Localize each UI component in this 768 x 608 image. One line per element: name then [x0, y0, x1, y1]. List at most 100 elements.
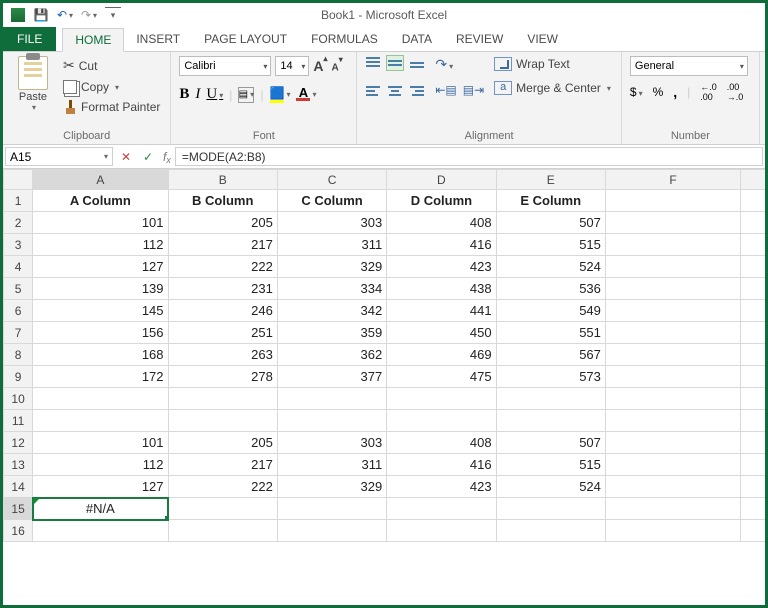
cell[interactable]: 515 [496, 234, 605, 256]
cell[interactable]: 168 [33, 344, 168, 366]
cell[interactable] [33, 410, 168, 432]
cell[interactable]: 251 [168, 322, 277, 344]
increase-font-icon[interactable]: A▴ [313, 58, 327, 74]
tab-home[interactable]: HOME [62, 28, 124, 52]
align-right-icon[interactable] [409, 84, 425, 98]
cell[interactable] [741, 498, 765, 520]
selected-cell[interactable]: #N/A! [33, 498, 168, 520]
cell[interactable]: 469 [387, 344, 496, 366]
cell[interactable] [605, 366, 740, 388]
percent-format-button[interactable]: % [653, 85, 664, 99]
cell[interactable]: 311 [277, 234, 386, 256]
row-header[interactable]: 2 [4, 212, 33, 234]
cell[interactable] [605, 520, 740, 542]
cell[interactable] [387, 388, 496, 410]
cell[interactable]: 231 [168, 278, 277, 300]
cell[interactable] [496, 520, 605, 542]
increase-decimal-icon[interactable]: ←.0.00 [700, 82, 717, 102]
tab-review[interactable]: REVIEW [444, 27, 515, 51]
col-header-E[interactable]: E [496, 170, 605, 190]
cell[interactable]: 507 [496, 432, 605, 454]
row-header[interactable]: 1 [4, 190, 33, 212]
cell[interactable] [277, 410, 386, 432]
cell[interactable]: 222 [168, 476, 277, 498]
cell[interactable] [605, 278, 740, 300]
cell[interactable]: 408 [387, 432, 496, 454]
cell[interactable] [741, 520, 765, 542]
cell[interactable]: 222 [168, 256, 277, 278]
cell[interactable] [277, 520, 386, 542]
enter-formula-icon[interactable]: ✓ [137, 145, 159, 168]
cell[interactable]: 334 [277, 278, 386, 300]
cell[interactable] [741, 234, 765, 256]
col-header-F[interactable]: F [605, 170, 740, 190]
qat-customize-icon[interactable]: ▾ [105, 7, 121, 23]
paste-button[interactable]: Paste ▾ [11, 56, 55, 112]
cell[interactable] [605, 256, 740, 278]
cell[interactable] [741, 212, 765, 234]
cell[interactable]: B Column [168, 190, 277, 212]
cell[interactable]: 329 [277, 476, 386, 498]
cell[interactable]: 549 [496, 300, 605, 322]
cell[interactable]: 515 [496, 454, 605, 476]
font-size-select[interactable]: 14▾ [275, 56, 309, 76]
cell[interactable] [605, 234, 740, 256]
row-header[interactable]: 7 [4, 322, 33, 344]
undo-icon[interactable]: ↶▾ [57, 7, 73, 23]
cell[interactable] [605, 190, 740, 212]
redo-icon[interactable]: ↷▾ [81, 7, 97, 23]
cell[interactable] [741, 410, 765, 432]
cell[interactable]: 303 [277, 212, 386, 234]
italic-button[interactable]: I [195, 86, 200, 103]
cell[interactable]: 217 [168, 234, 277, 256]
cell[interactable]: 416 [387, 454, 496, 476]
cell[interactable]: 359 [277, 322, 386, 344]
align-bottom-icon[interactable] [409, 56, 425, 70]
cell[interactable]: 342 [277, 300, 386, 322]
cell[interactable]: 438 [387, 278, 496, 300]
cell[interactable]: 329 [277, 256, 386, 278]
row-header[interactable]: 10 [4, 388, 33, 410]
cell[interactable] [741, 300, 765, 322]
bold-button[interactable]: B [179, 86, 189, 103]
cell[interactable]: 145 [33, 300, 168, 322]
borders-button[interactable]: ▤▾ [238, 87, 254, 103]
tab-formulas[interactable]: FORMULAS [299, 27, 390, 51]
cell[interactable] [741, 278, 765, 300]
tab-file[interactable]: FILE [3, 27, 56, 51]
tab-data[interactable]: DATA [390, 27, 444, 51]
cell[interactable] [605, 388, 740, 410]
cell[interactable]: 450 [387, 322, 496, 344]
cut-button[interactable]: Cut [61, 56, 162, 75]
cell[interactable]: 567 [496, 344, 605, 366]
cell[interactable] [33, 388, 168, 410]
cell[interactable]: 416 [387, 234, 496, 256]
cell[interactable] [605, 300, 740, 322]
decrease-decimal-icon[interactable]: .00→.0 [727, 82, 744, 102]
select-all-corner[interactable] [4, 170, 33, 190]
orientation-button[interactable]: ↷▾ [435, 56, 484, 73]
cell[interactable] [741, 388, 765, 410]
cell[interactable]: 112 [33, 234, 168, 256]
font-color-button[interactable]: A▾ [296, 88, 316, 101]
row-header[interactable]: 13 [4, 454, 33, 476]
cell[interactable] [33, 520, 168, 542]
cell[interactable]: 112 [33, 454, 168, 476]
increase-indent-icon[interactable]: ▤⇥ [463, 83, 484, 97]
cell[interactable]: 205 [168, 212, 277, 234]
cell[interactable] [496, 410, 605, 432]
col-header-blank[interactable] [741, 170, 765, 190]
cell[interactable] [605, 212, 740, 234]
row-header[interactable]: 4 [4, 256, 33, 278]
copy-button[interactable]: Copy▾ [61, 79, 162, 95]
cell[interactable]: 263 [168, 344, 277, 366]
cell[interactable] [496, 388, 605, 410]
cell[interactable]: 408 [387, 212, 496, 234]
cell[interactable] [605, 432, 740, 454]
cell[interactable]: C Column [277, 190, 386, 212]
cell[interactable] [496, 498, 605, 520]
align-left-icon[interactable] [365, 84, 381, 98]
row-header[interactable]: 16 [4, 520, 33, 542]
font-name-select[interactable]: Calibri▾ [179, 56, 271, 76]
cell[interactable]: 217 [168, 454, 277, 476]
